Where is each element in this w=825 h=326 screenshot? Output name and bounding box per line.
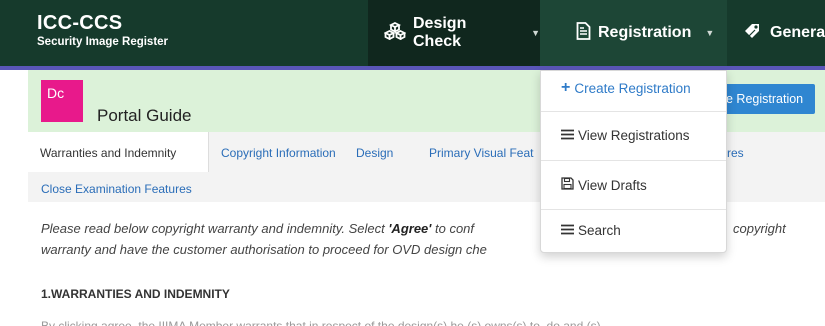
registration-button[interactable]: e Registration — [722, 84, 815, 114]
dropdown-search-label: Search — [578, 223, 621, 238]
dc-badge: Dc — [41, 80, 83, 122]
nav-design-check-label: Design Check — [413, 15, 467, 50]
intro-part2: to conf — [431, 221, 475, 236]
list-icon — [561, 223, 574, 238]
floppy-disk-icon — [561, 177, 574, 193]
dropdown-divider — [541, 160, 726, 161]
intro-part1: Please read below copyright warranty and… — [41, 221, 389, 236]
nav-design-check[interactable]: Design Check ▼ — [368, 0, 540, 66]
dropdown-drafts-label: View Drafts — [578, 177, 647, 193]
dropdown-view-label: View Registrations — [578, 128, 690, 143]
intro-right: copyright — [733, 221, 786, 236]
tab-design[interactable]: Design — [356, 146, 393, 160]
list-icon — [561, 128, 574, 143]
dropdown-view-drafts[interactable]: View Drafts — [541, 177, 726, 193]
dropdown-view-registrations[interactable]: View Registrations — [541, 128, 726, 143]
nav-general-label: Genera — [770, 24, 825, 41]
dropdown-create-registration[interactable]: + Create Registration — [541, 79, 726, 97]
dropdown-search[interactable]: Search — [541, 223, 726, 238]
section-heading: 1.WARRANTIES AND INDEMNITY — [41, 287, 230, 301]
tab-features-partial[interactable]: res — [727, 146, 744, 160]
page-title: Portal Guide — [97, 106, 192, 125]
dropdown-divider — [541, 111, 726, 112]
dropdown-divider — [541, 209, 726, 210]
intro-line2: warranty and have the customer authorisa… — [41, 242, 487, 257]
cut-off-text: By clicking agree, the IIIMA Member warr… — [41, 319, 601, 326]
cubes-icon — [383, 21, 407, 45]
document-icon — [576, 21, 591, 45]
nav-registration-label: Registration — [598, 24, 692, 41]
intro-agree: 'Agree' — [388, 221, 432, 236]
nav-general[interactable]: Genera — [743, 0, 825, 66]
chevron-down-icon: ▼ — [705, 28, 715, 38]
brand-title: ICC-CCS — [37, 12, 123, 34]
tab-primary-visual-features[interactable]: Primary Visual Feat — [429, 146, 541, 160]
tab-warranties[interactable]: Warranties and Indemnity — [28, 132, 209, 172]
registration-dropdown: + Create Registration View Registrations… — [540, 70, 727, 253]
plus-icon: + — [561, 79, 571, 96]
dropdown-create-label: Create Registration — [574, 80, 691, 96]
tab-close-examination[interactable]: Close Examination Features — [41, 182, 192, 196]
nav-registration[interactable]: Registration ▼ — [564, 0, 714, 66]
brand-subtitle: Security Image Register — [37, 36, 169, 48]
brand[interactable]: ICC-CCS Security Image Register — [37, 12, 168, 48]
tag-icon — [743, 22, 763, 45]
chevron-down-icon: ▼ — [531, 28, 540, 38]
tab-copyright[interactable]: Copyright Information — [221, 146, 336, 160]
